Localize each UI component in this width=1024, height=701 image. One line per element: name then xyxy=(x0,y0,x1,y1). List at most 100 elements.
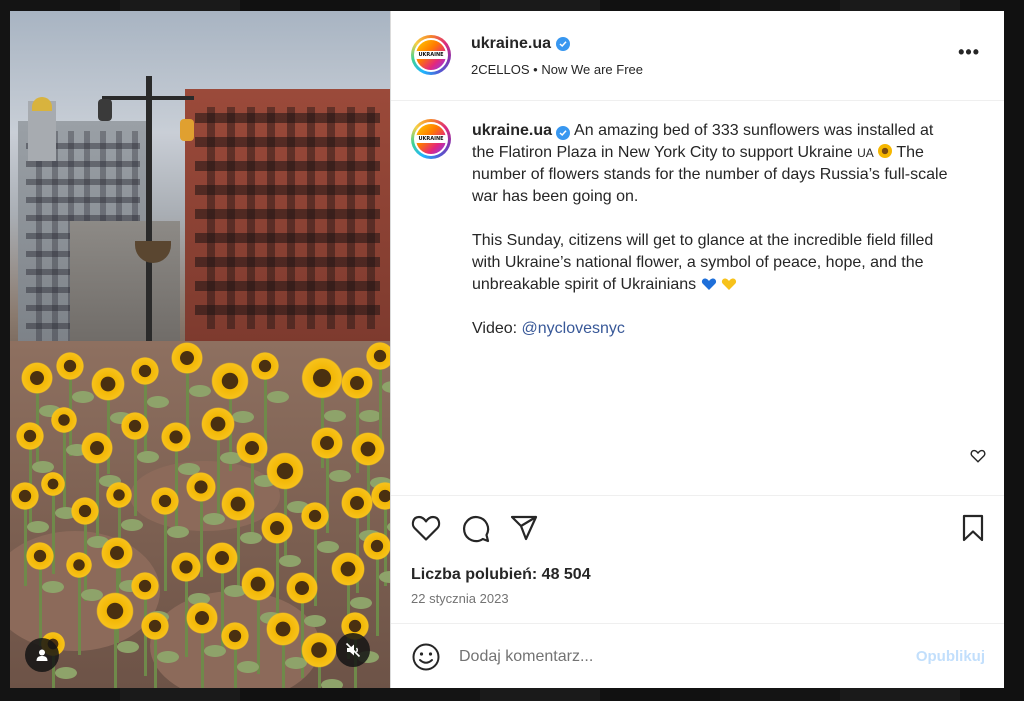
caption-author-avatar[interactable]: UKRAINE xyxy=(411,119,451,159)
sunflower-leaf xyxy=(359,410,381,422)
sunflower xyxy=(40,471,66,497)
sunflower xyxy=(10,481,40,511)
video-credit-label: Video: xyxy=(472,320,522,337)
sunflower xyxy=(340,366,374,400)
video-lamp xyxy=(98,99,112,121)
publish-button[interactable]: Opublikuj xyxy=(916,648,985,665)
video-building-right xyxy=(185,89,390,349)
sunflower-leaf xyxy=(147,396,169,408)
sunflower xyxy=(350,431,386,467)
comment-icon[interactable] xyxy=(461,514,491,544)
sunflower xyxy=(50,406,78,434)
sunflower xyxy=(100,536,134,570)
caption-paragraph: ukraine.ua An amazing bed of 333 sunflow… xyxy=(472,120,952,208)
sunflower-leaf xyxy=(27,521,49,533)
sunflower-leaf xyxy=(321,679,343,688)
caption-paragraph: This Sunday, citizens will get to glance… xyxy=(472,230,952,296)
likes-count[interactable]: Liczba polubień: 48 504 xyxy=(411,566,591,584)
sunflower xyxy=(365,341,390,371)
ukraine-flag-text: UA xyxy=(857,146,874,160)
sunflower-leaf xyxy=(304,615,326,627)
bookmark-icon[interactable] xyxy=(961,514,985,542)
user-icon xyxy=(36,649,48,661)
sunflower xyxy=(185,471,217,503)
yellow-heart-icon xyxy=(721,278,737,290)
heart-icon[interactable] xyxy=(411,514,441,542)
sunflower-leaf xyxy=(72,391,94,403)
audio-separator: • xyxy=(533,62,538,77)
sunflower xyxy=(220,621,250,651)
sunflower xyxy=(70,496,100,526)
sunflower-leaf xyxy=(379,571,390,583)
sunflower xyxy=(205,541,239,575)
sunflower xyxy=(285,571,319,605)
tagged-users-button[interactable] xyxy=(25,638,59,672)
sunflower xyxy=(340,486,374,520)
sunflower xyxy=(220,486,256,522)
sunflower-leaf xyxy=(42,581,64,593)
author-username[interactable]: ukraine.ua xyxy=(471,35,551,53)
caption-like-icon[interactable] xyxy=(970,449,986,463)
verified-badge-icon xyxy=(556,126,571,140)
more-options-icon[interactable]: ••• xyxy=(958,43,980,61)
sunflower xyxy=(105,481,133,509)
sunflower xyxy=(15,421,45,451)
video-dome xyxy=(32,97,52,111)
sunflower-leaf xyxy=(55,667,77,679)
mute-button[interactable] xyxy=(336,633,370,667)
sunflower xyxy=(95,591,135,631)
sunflower xyxy=(235,431,269,465)
video-credit-link[interactable]: @nyclovesnyc xyxy=(522,320,625,337)
sunflower xyxy=(170,551,202,583)
sunflower-leaf xyxy=(189,385,211,397)
sunflower-leaf xyxy=(267,391,289,403)
sunflower-leaf xyxy=(329,470,351,482)
sunflower xyxy=(200,406,236,442)
send-icon[interactable] xyxy=(509,514,539,542)
sunflower-leaf xyxy=(121,519,143,531)
sunflower xyxy=(160,421,192,453)
sunflower-leaf xyxy=(203,513,225,525)
post-video[interactable] xyxy=(10,11,390,688)
post-date[interactable]: 22 stycznia 2023 xyxy=(411,591,509,606)
sunflower xyxy=(362,531,390,561)
sunflower-emoji-icon xyxy=(878,144,893,158)
sunflower-field xyxy=(10,311,390,688)
sunflower xyxy=(300,501,330,531)
sunflower-leaf xyxy=(382,381,390,393)
sunflower xyxy=(265,611,301,647)
comment-input[interactable] xyxy=(459,644,879,670)
avatar-logo-text: UKRAINE xyxy=(416,135,446,143)
avatar-image: UKRAINE xyxy=(414,122,448,156)
sunflower xyxy=(150,486,180,516)
sunflower-leaf xyxy=(167,526,189,538)
emoji-icon[interactable] xyxy=(411,642,441,672)
sunflower xyxy=(25,541,55,571)
audio-artist[interactable]: 2CELLOS xyxy=(471,62,530,77)
post-details-panel: UKRAINE ukraine.ua 2CELLOS • Now We are … xyxy=(390,11,1004,688)
blue-heart-icon xyxy=(701,278,716,290)
author-avatar[interactable]: UKRAINE xyxy=(411,35,451,75)
sunflower xyxy=(80,431,114,465)
audio-track[interactable]: Now We are Free xyxy=(541,62,643,77)
sunflower xyxy=(130,571,160,601)
caption-username[interactable]: ukraine.ua xyxy=(472,122,552,139)
sunflower xyxy=(265,451,305,491)
sunflower xyxy=(240,566,276,602)
sunflower-leaf xyxy=(240,532,262,544)
sunflower-leaf xyxy=(324,410,346,422)
sunflower-leaf xyxy=(350,597,372,609)
sunflower xyxy=(330,551,366,587)
caption-paragraph: Video: @nyclovesnyc xyxy=(472,318,952,340)
avatar-image: UKRAINE xyxy=(414,38,448,72)
sunflower xyxy=(250,351,280,381)
sunflower xyxy=(300,631,338,669)
sunflower xyxy=(300,356,344,400)
sunflower xyxy=(185,601,219,635)
avatar-logo-text: UKRAINE xyxy=(416,51,446,59)
sunflower xyxy=(140,611,170,641)
sunflower xyxy=(55,351,85,381)
sunflower xyxy=(90,366,126,402)
sunflower xyxy=(310,426,344,460)
post-modal: UKRAINE ukraine.ua 2CELLOS • Now We are … xyxy=(10,11,1004,688)
